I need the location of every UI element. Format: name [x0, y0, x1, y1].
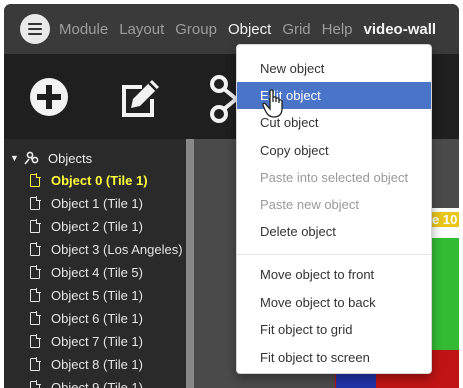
menu-group[interactable]: Group — [175, 21, 217, 38]
tree-item[interactable]: Object 8 (Tile 1) — [30, 353, 190, 376]
tree-scrollbar[interactable] — [186, 139, 194, 388]
tree-item-label: Object 5 (Tile 1) — [51, 288, 143, 303]
tree-item-label: Object 9 (Tile 1) — [51, 380, 143, 388]
canvas-tile-blue[interactable] — [336, 372, 376, 388]
app-title: video-wall — [363, 20, 437, 38]
document-icon — [30, 219, 41, 233]
menu-item-copy-object[interactable]: Copy object — [237, 137, 431, 164]
menu-layout[interactable]: Layout — [119, 21, 164, 38]
menu-item-fit-object-to-screen[interactable]: Fit object to screen — [237, 344, 431, 371]
tree-item-label: Object 0 (Tile 1) — [51, 173, 148, 188]
group-icon — [24, 151, 39, 165]
tree-item[interactable]: Object 5 (Tile 1) — [30, 284, 190, 307]
tree-item-label: Object 8 (Tile 1) — [51, 357, 143, 372]
tree-root-label: Objects — [48, 150, 93, 166]
menu-item-fit-object-to-grid[interactable]: Fit object to grid — [237, 316, 431, 343]
tree-item[interactable]: Object 2 (Tile 1) — [30, 215, 190, 238]
hamburger-menu-icon[interactable] — [20, 14, 50, 44]
canvas-tile-label: e 10 a — [430, 212, 459, 227]
tree-item[interactable]: Object 4 (Tile 5) — [30, 261, 190, 284]
tree-list: Object 0 (Tile 1) Object 1 (Tile 1) Object… — [30, 169, 190, 388]
tree-item-label: Object 1 (Tile 1) — [51, 196, 143, 211]
menu-divider — [237, 254, 431, 255]
tree-root-objects[interactable]: ▼ Objects — [10, 149, 92, 167]
tree-item[interactable]: Object 6 (Tile 1) — [30, 307, 190, 330]
hand-cursor-icon — [262, 89, 283, 118]
menu-item-paste-new-object: Paste new object — [260, 197, 360, 212]
tree-item-label: Object 3 (Los Angeles) — [51, 242, 183, 257]
tree-item-label: Object 7 (Tile 1) — [51, 334, 143, 349]
tree-item-label: Object 4 (Tile 5) — [51, 265, 143, 280]
menu-item-move-object-to-front[interactable]: Move object to front — [237, 261, 431, 288]
tree-item[interactable]: Object 0 (Tile 1) — [30, 169, 190, 192]
tree-item-label: Object 2 (Tile 1) — [51, 219, 143, 234]
menu-grid[interactable]: Grid — [282, 21, 310, 38]
document-icon — [30, 265, 41, 279]
tree-item[interactable]: Object 3 (Los Angeles) — [30, 238, 190, 261]
menu-module[interactable]: Module — [59, 21, 108, 38]
object-tree: ▼ Objects Object 0 (Tile 1) Object 1 (Til… — [4, 139, 186, 388]
document-icon — [30, 173, 41, 187]
add-icon[interactable] — [30, 78, 68, 116]
menu-item-new-object[interactable]: New object — [237, 55, 431, 82]
canvas-tile[interactable]: e 10 a — [428, 208, 459, 358]
document-icon — [30, 196, 41, 210]
tree-item[interactable]: Object 1 (Tile 1) — [30, 192, 190, 215]
document-icon — [30, 357, 41, 371]
tree-item-label: Object 6 (Tile 1) — [51, 311, 143, 326]
menu-item-delete-object[interactable]: Delete object — [237, 218, 431, 245]
tree-item[interactable]: Object 7 (Tile 1) — [30, 330, 190, 353]
caret-down-icon[interactable]: ▼ — [10, 153, 20, 163]
document-icon — [30, 334, 41, 348]
canvas-tile-green — [428, 238, 459, 358]
menu-help[interactable]: Help — [322, 21, 353, 38]
tree-item[interactable]: Object 9 (Tile 1) — [30, 376, 190, 388]
menu-item-paste-into-selected-object: Paste into selected object — [260, 170, 409, 185]
edit-icon[interactable] — [118, 77, 162, 119]
document-icon — [30, 380, 41, 388]
menu-item-move-object-to-back[interactable]: Move object to back — [237, 289, 431, 316]
document-icon — [30, 311, 41, 325]
menu-object[interactable]: Object — [228, 21, 271, 38]
document-icon — [30, 242, 41, 256]
document-icon — [30, 288, 41, 302]
